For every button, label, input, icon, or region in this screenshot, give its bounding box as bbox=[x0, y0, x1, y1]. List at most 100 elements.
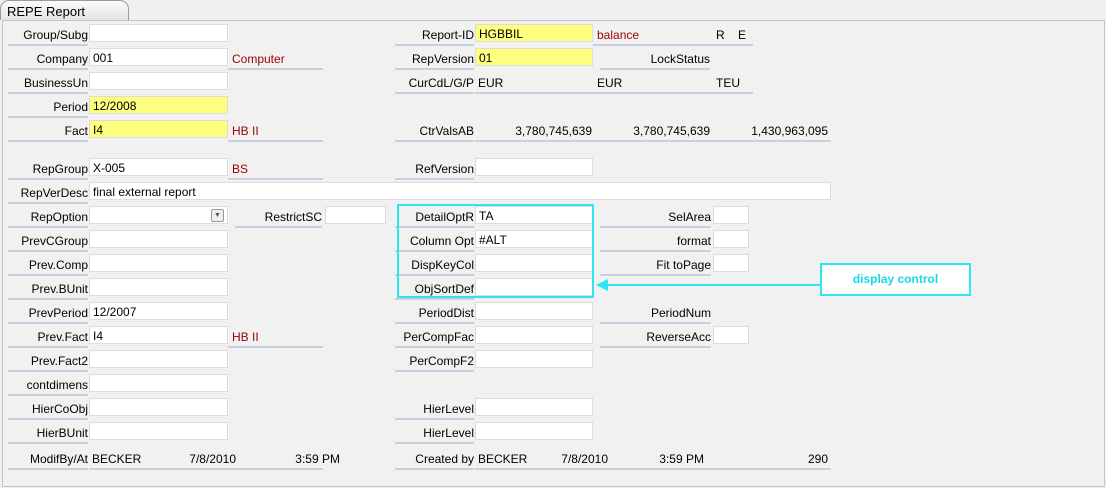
label-hier-level-1: HierLevel bbox=[395, 400, 474, 420]
rep-ver-desc-field[interactable]: final external report bbox=[89, 182, 831, 200]
currency-parallel: TEU bbox=[716, 76, 740, 90]
cur-cd-underline bbox=[475, 92, 753, 94]
chevron-down-icon[interactable]: ▼ bbox=[211, 209, 224, 222]
label-group-subg: Group/Subg bbox=[8, 26, 88, 46]
report-flag-e: E bbox=[738, 28, 747, 42]
prev-c-group-field[interactable] bbox=[89, 230, 228, 248]
label-prev-b-unit: Prev.BUnit bbox=[8, 280, 88, 300]
rep-group-desc: BS bbox=[232, 162, 249, 176]
label-rep-option: RepOption bbox=[8, 208, 88, 228]
created-date: 7/8/2010 bbox=[561, 452, 608, 466]
fact-desc: HB II bbox=[232, 124, 259, 138]
label-format: format bbox=[600, 232, 711, 252]
display-control-callout: display control bbox=[820, 263, 971, 296]
created-time: 3:59 PM bbox=[659, 452, 704, 466]
label-sel-area: SelArea bbox=[600, 208, 711, 228]
label-prev-period: PrevPeriod bbox=[8, 304, 88, 324]
prev-fact-field[interactable]: I4 bbox=[89, 326, 228, 344]
label-hier-co-obj: HierCoObj bbox=[8, 400, 88, 420]
reverse-acc-field[interactable] bbox=[713, 326, 749, 344]
label-prev-fact: Prev.Fact bbox=[8, 328, 88, 348]
modif-underline bbox=[89, 468, 323, 470]
created-user: BECKER bbox=[478, 452, 528, 466]
label-rep-version: RepVersion bbox=[395, 50, 474, 70]
label-restrict-sc: RestrictSC bbox=[235, 208, 322, 228]
period-dist-field[interactable] bbox=[475, 302, 593, 320]
modif-user: BECKER bbox=[92, 452, 142, 466]
fit-to-page-field[interactable] bbox=[713, 254, 749, 272]
ref-version-field[interactable] bbox=[475, 158, 593, 176]
report-id-desc: balance bbox=[597, 28, 640, 42]
rep-version-field[interactable]: 01 bbox=[475, 48, 593, 66]
prev-fact-underline bbox=[228, 346, 323, 348]
company-field[interactable]: 001 bbox=[89, 48, 228, 66]
created-underline bbox=[475, 468, 831, 470]
contdimens-field[interactable] bbox=[89, 374, 228, 392]
label-prev-c-group: PrevCGroup bbox=[8, 232, 88, 252]
prev-b-unit-field[interactable] bbox=[89, 278, 228, 296]
modif-date: 7/8/2010 bbox=[189, 452, 236, 466]
label-ref-version: RefVersion bbox=[395, 160, 474, 180]
company-underline bbox=[228, 68, 323, 70]
label-ctr-vals: CtrValsAB bbox=[395, 122, 474, 142]
label-period: Period bbox=[8, 98, 88, 118]
ctr-vals-underline bbox=[475, 140, 831, 142]
report-id-underline bbox=[593, 44, 753, 46]
callout-arrow-line bbox=[606, 284, 820, 286]
ctr-vals-2: 3,780,745,639 bbox=[633, 124, 710, 138]
label-modif-by-at: ModifBy/At bbox=[8, 450, 88, 470]
label-rep-ver-desc: RepVerDesc bbox=[8, 184, 88, 204]
label-fact: Fact bbox=[8, 122, 88, 142]
created-count: 290 bbox=[807, 452, 828, 466]
label-per-comp-f2: PerCompF2 bbox=[395, 352, 474, 372]
rep-group-underline bbox=[228, 178, 323, 180]
per-comp-fac-field[interactable] bbox=[475, 326, 593, 344]
label-company: Company bbox=[8, 50, 88, 70]
label-prev-fact2: Prev.Fact2 bbox=[8, 352, 88, 372]
group-subg-field[interactable] bbox=[89, 24, 228, 42]
label-lock-status: LockStatus bbox=[600, 50, 710, 70]
rep-option-combo[interactable]: ▼ bbox=[89, 206, 228, 224]
label-cur-cd: CurCdL/G/P bbox=[395, 74, 474, 94]
currency-local: EUR bbox=[478, 76, 504, 90]
label-hier-b-unit: HierBUnit bbox=[8, 424, 88, 444]
ctr-vals-3: 1,430,963,095 bbox=[751, 124, 828, 138]
tab-repe-report-header[interactable]: REPE Report header bbox=[0, 0, 129, 40]
prev-fact2-field[interactable] bbox=[89, 350, 228, 368]
format-field[interactable] bbox=[713, 230, 749, 248]
label-period-num: PeriodNum bbox=[600, 304, 711, 324]
label-created-by: Created by bbox=[395, 450, 474, 470]
business-un-field[interactable] bbox=[89, 72, 228, 90]
modif-time: 3:59 PM bbox=[295, 452, 340, 466]
label-business-un: BusinessUn bbox=[8, 74, 88, 94]
per-comp-f2-field[interactable] bbox=[475, 350, 593, 368]
hier-b-unit-field[interactable] bbox=[89, 422, 228, 440]
hier-level-1-field[interactable] bbox=[475, 398, 593, 416]
label-per-comp-fac: PerCompFac bbox=[395, 328, 474, 348]
hier-co-obj-field[interactable] bbox=[89, 398, 228, 416]
report-flag-r: R bbox=[716, 28, 725, 42]
restrict-sc-field[interactable] bbox=[325, 206, 386, 224]
label-hier-level-2: HierLevel bbox=[395, 424, 474, 444]
hier-level-2-field[interactable] bbox=[475, 422, 593, 440]
fact-field[interactable]: I4 bbox=[89, 120, 228, 138]
report-id-field[interactable]: HGBBIL bbox=[475, 24, 593, 42]
currency-group: EUR bbox=[597, 76, 623, 90]
fact-underline bbox=[228, 140, 323, 142]
rep-group-field[interactable]: X-005 bbox=[89, 158, 228, 176]
sel-area-field[interactable] bbox=[713, 206, 749, 224]
prev-fact-desc: HB II bbox=[232, 330, 259, 344]
label-period-dist: PeriodDist bbox=[395, 304, 474, 324]
company-desc: Computer bbox=[232, 52, 285, 66]
label-contdimens: contdimens bbox=[8, 376, 88, 396]
callout-arrow-icon bbox=[596, 279, 608, 291]
display-control-highlight bbox=[397, 204, 594, 298]
label-reverse-acc: ReverseAcc bbox=[600, 328, 711, 348]
ctr-vals-1: 3,780,745,639 bbox=[515, 124, 592, 138]
label-prev-comp: Prev.Comp bbox=[8, 256, 88, 276]
prev-comp-field[interactable] bbox=[89, 254, 228, 272]
label-report-id: Report-ID bbox=[395, 26, 474, 46]
period-field[interactable]: 12/2008 bbox=[89, 96, 228, 114]
label-rep-group: RepGroup bbox=[8, 160, 88, 180]
prev-period-field[interactable]: 12/2007 bbox=[89, 302, 228, 320]
